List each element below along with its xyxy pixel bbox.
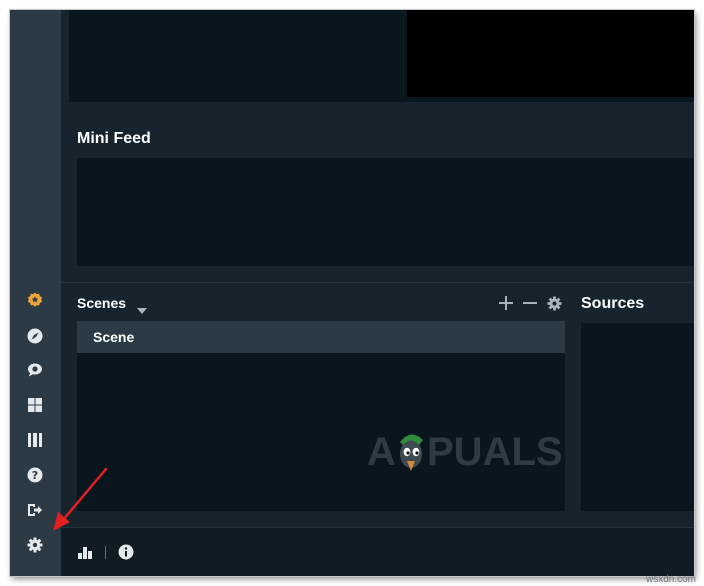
chevron-down-icon[interactable] (137, 301, 147, 319)
stream-preview (69, 10, 694, 102)
status-footer (61, 527, 694, 576)
scene-toolbar (498, 294, 562, 312)
sidebar: ? (10, 10, 62, 576)
sources-list (581, 323, 694, 511)
watermark-logo: A PUALS (367, 422, 577, 477)
layout-grid-icon[interactable] (25, 395, 45, 415)
settings-gear-icon[interactable] (25, 535, 45, 555)
gear-icon[interactable] (546, 295, 562, 311)
logout-icon[interactable] (25, 500, 45, 520)
scenes-title: Scenes (77, 295, 127, 311)
preview-canvas (407, 10, 694, 97)
main-content: Mini Feed Scenes Scene Sources A PUALS (61, 10, 694, 576)
compass-icon[interactable] (25, 326, 45, 346)
svg-text:PUALS: PUALS (427, 430, 563, 472)
info-icon[interactable] (118, 544, 134, 560)
section-divider (61, 282, 694, 283)
sources-title: Sources (581, 295, 645, 312)
star-badge-icon[interactable] (25, 290, 45, 310)
remove-icon[interactable] (522, 295, 538, 311)
minifeed-title: Mini Feed (77, 130, 151, 147)
stats-bar-chart-icon[interactable] (77, 544, 93, 560)
svg-text:A: A (367, 430, 396, 472)
svg-text:?: ? (32, 469, 38, 482)
app-window: ? Mini Feed Scenes Scene Sources A PUALS (10, 10, 694, 576)
columns-icon[interactable] (25, 430, 45, 450)
help-icon[interactable]: ? (25, 465, 45, 485)
scene-item[interactable]: Scene (77, 321, 565, 353)
scenes-list: Scene (77, 321, 565, 511)
site-credit: wsxdn.com (645, 574, 696, 585)
footer-separator (105, 546, 106, 559)
chat-bubble-icon[interactable] (25, 360, 45, 380)
minifeed-panel (77, 158, 694, 266)
add-icon[interactable] (498, 295, 514, 311)
